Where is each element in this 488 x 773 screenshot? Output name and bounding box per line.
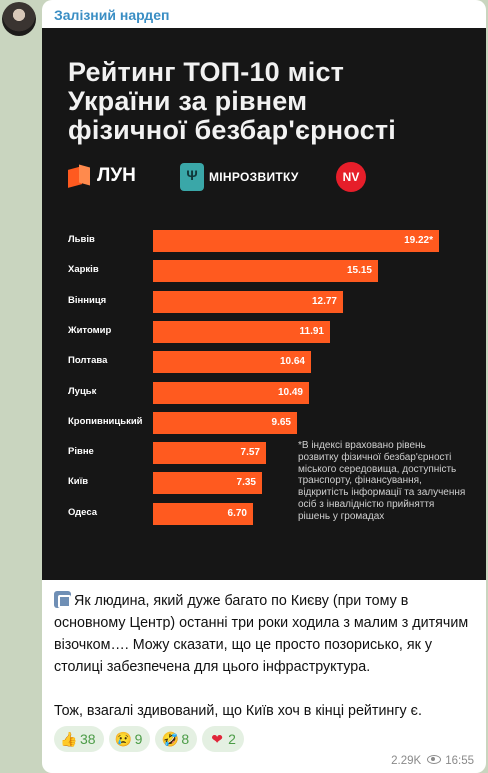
chart-data-label: 7.35 bbox=[236, 477, 256, 489]
chart-bar: 6.70 bbox=[153, 502, 253, 525]
chart-category-label: Кропивницький bbox=[68, 415, 143, 427]
chart-bar: 10.49 bbox=[153, 381, 309, 404]
rofl-face-icon: 🤣 bbox=[161, 731, 180, 747]
chart-bar: 19.22* bbox=[153, 230, 439, 252]
message-bubble: Залізний нардеп Рейтинг ТОП-10 міст Укра… bbox=[42, 0, 486, 773]
chart-row: Вінниця 12.77 bbox=[68, 290, 468, 313]
chart-data-label: 7.57 bbox=[240, 447, 260, 459]
chart-category-label: Вінниця bbox=[68, 294, 107, 306]
eye-icon bbox=[427, 755, 442, 764]
chart-category-label: Львів bbox=[68, 234, 95, 245]
message-text: Як людина, який дуже багато по Києву (пр… bbox=[54, 590, 478, 722]
message-photo[interactable]: Рейтинг ТОП-10 міст України за рівнем фі… bbox=[42, 28, 486, 580]
sender-avatar[interactable] bbox=[2, 2, 36, 36]
chart-data-label: 12.77 bbox=[311, 295, 337, 307]
chart-bar: 9.65 bbox=[153, 411, 297, 434]
chart-category-label: Київ bbox=[68, 476, 89, 488]
crying-face-icon: 😢 bbox=[114, 731, 133, 747]
chart-category-label: Полтава bbox=[68, 355, 108, 367]
reaction-count: 38 bbox=[80, 731, 96, 747]
chart-data-label: 6.70 bbox=[227, 507, 247, 519]
chart-bar: 7.57 bbox=[153, 442, 266, 465]
reaction-sad[interactable]: 😢 9 bbox=[108, 726, 151, 752]
reaction-rofl[interactable]: 🤣 8 bbox=[155, 726, 198, 752]
chart-data-label: 19.22* bbox=[404, 235, 433, 246]
info-emoji-icon bbox=[54, 591, 71, 608]
reaction-heart[interactable]: ❤ 2 bbox=[202, 726, 244, 752]
chart-category-label: Луцьк bbox=[68, 385, 97, 397]
chart-row: Харків 15.15 bbox=[68, 260, 468, 283]
chart-data-label: 10.64 bbox=[279, 356, 305, 368]
chart-data-label: 11.91 bbox=[299, 325, 324, 337]
message-time: 16:55 bbox=[445, 755, 474, 767]
chart-data-label: 10.49 bbox=[277, 386, 303, 398]
chart-bar: 15.15 bbox=[153, 260, 378, 283]
message-meta: 2.29K 16:55 bbox=[391, 755, 474, 767]
chart-data-label: 9.65 bbox=[271, 416, 291, 428]
caption-paragraph-2: Тож, взагалі здивований, що Київ хоч в к… bbox=[54, 703, 422, 719]
chart-row: Полтава 10.64 bbox=[68, 351, 468, 374]
chart-category-label: Рівне bbox=[68, 446, 94, 458]
view-count: 2.29K bbox=[391, 755, 422, 767]
caption-paragraph-1: Як людина, який дуже багато по Києву (пр… bbox=[54, 593, 469, 675]
caption-paragraph: Як людина, який дуже багато по Києву (пр… bbox=[54, 590, 478, 678]
thumbs-up-icon: 👍 bbox=[60, 731, 78, 747]
chart-category-label: Житомир bbox=[68, 324, 112, 336]
reactions-bar: 👍 38 😢 9 🤣 8 ❤ 2 bbox=[54, 726, 249, 752]
poster-footnote: *В індексі враховано рівень розвитку фіз… bbox=[298, 440, 466, 522]
chart-row: Житомир 11.91 bbox=[68, 320, 468, 343]
chart-bar: 7.35 bbox=[153, 472, 262, 495]
chart-row: Кропивницький 9.65 bbox=[68, 411, 468, 434]
reaction-count: 2 bbox=[228, 731, 236, 747]
chart-data-label: 15.15 bbox=[346, 265, 372, 277]
reaction-count: 8 bbox=[181, 731, 190, 747]
chart-row: Луцьк 10.49 bbox=[68, 381, 468, 404]
chart-category-label: Харків bbox=[68, 264, 99, 276]
reaction-count: 9 bbox=[134, 731, 143, 747]
chart-row: Львів 19.22* bbox=[68, 230, 468, 252]
heart-icon: ❤ bbox=[211, 731, 224, 747]
sender-name[interactable]: Залізний нардеп bbox=[54, 7, 169, 23]
reaction-thumb[interactable]: 👍 38 bbox=[54, 726, 104, 752]
chart-category-label: Одеса bbox=[68, 506, 98, 518]
chart-bar: 12.77 bbox=[153, 290, 343, 313]
chart-bar: 10.64 bbox=[153, 351, 311, 374]
chart-bar: 11.91 bbox=[153, 320, 330, 343]
